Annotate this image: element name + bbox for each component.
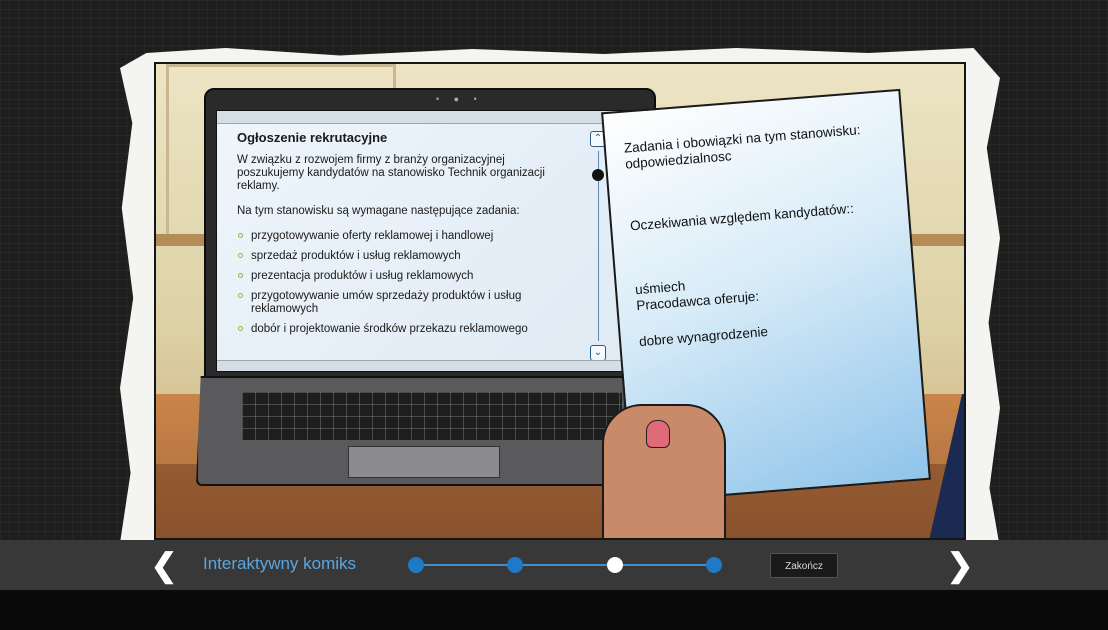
comic-navigation-bar: ❮ Interaktywny komiks Zakończ ❯ (0, 540, 1108, 590)
list-item: prezentacja produktów i usług reklamowyc… (237, 270, 567, 283)
step-dot-2[interactable] (507, 557, 523, 573)
finish-button[interactable]: Zakończ (770, 553, 838, 578)
scrollbar-thumb[interactable] (592, 169, 604, 181)
task-list: przygotowywanie oferty reklamowej i hand… (237, 230, 567, 336)
fingernail (646, 420, 670, 448)
bullet-icon (238, 233, 243, 238)
step-dot-4[interactable] (706, 557, 722, 573)
list-item: przygotowywanie umów sprzedaży produktów… (237, 290, 567, 316)
webcam-icon: • ● • (436, 94, 483, 104)
comic-title: Interaktywny komiks (203, 554, 357, 573)
trackpad (348, 446, 500, 478)
step-dot-1[interactable] (408, 557, 424, 573)
taskbar (217, 360, 645, 371)
laptop-base (196, 376, 666, 486)
progress-line (416, 564, 716, 566)
bullet-icon (238, 293, 243, 298)
laptop-screen: Ogłoszenie rekrutacyjne W związku z rozw… (216, 110, 646, 372)
duties-section: Zadania i obowiązki na tym stanowisku: o… (623, 120, 895, 173)
bullet-icon (238, 253, 243, 258)
step-dot-3-active[interactable] (607, 557, 623, 573)
job-posting-requirements-intro: Na tym stanowisku są wymagane następując… (237, 205, 520, 217)
bullet-icon (238, 326, 243, 331)
expectations-label: Oczekiwania względem kandydatów:: (629, 200, 855, 234)
job-posting-heading: Ogłoszenie rekrutacyjne (237, 130, 388, 145)
offer-value: dobre wynagrodzenie (638, 323, 769, 350)
keyboard (242, 392, 622, 440)
chevron-down-icon[interactable]: ⌄ (590, 345, 606, 361)
hand (602, 404, 726, 538)
list-item: przygotowywanie oferty reklamowej i hand… (237, 230, 567, 243)
comic-panel: • ● • Ogłoszenie rekrutacyjne W związku … (154, 62, 966, 540)
expectations-section: uśmiech Pracodawca oferuje: (635, 261, 907, 314)
job-posting-intro: W związku z rozwojem firmy z branży orga… (237, 154, 545, 192)
bottom-black-band (0, 590, 1108, 630)
browser-toolbar (217, 111, 645, 124)
laptop-lid: • ● • Ogłoszenie rekrutacyjne W związku … (204, 88, 656, 378)
chevron-left-icon[interactable]: ❮ (150, 549, 178, 581)
list-item: dobór i projektowanie środków przekazu r… (237, 323, 567, 336)
bullet-icon (238, 273, 243, 278)
job-posting: Ogłoszenie rekrutacyjne W związku z rozw… (237, 131, 567, 343)
chevron-right-icon[interactable]: ❯ (946, 549, 974, 581)
step-progress (406, 553, 736, 577)
list-item: sprzedaż produktów i usług reklamowych (237, 250, 567, 263)
